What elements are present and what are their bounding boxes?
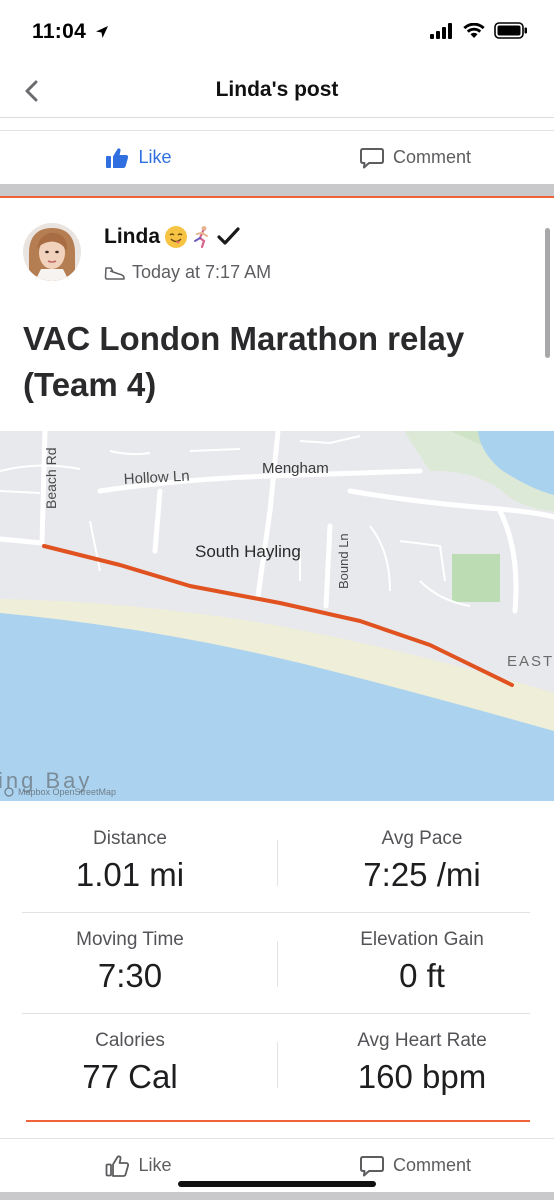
post-title: VAC London Marathon relay (Team 4): [23, 320, 465, 403]
stat-label: Moving Time: [76, 929, 184, 950]
comment-button-top[interactable]: Comment: [277, 131, 554, 184]
comment-icon: [359, 1155, 384, 1176]
stat-row: Distance 1.01 mi Avg Pace 7:25 /mi: [22, 812, 530, 913]
location-arrow-icon: [96, 26, 109, 38]
post-timestamp-text: Today at 7:17 AM: [132, 262, 272, 282]
like-button-top[interactable]: Like: [0, 131, 277, 184]
stat-row: Moving Time 7:30 Elevation Gain 0 ft: [22, 913, 530, 1014]
map-label-east: EAST: [507, 653, 554, 670]
author-name[interactable]: Linda: [104, 225, 240, 249]
status-bar: 11:04: [0, 0, 554, 64]
post-timestamp: Today at 7:17 AM: [104, 262, 271, 283]
like-label-bottom: Like: [138, 1155, 172, 1175]
comment-label-top: Comment: [392, 147, 472, 167]
stat-label: Avg Heart Rate: [357, 1030, 487, 1051]
stat-value: 7:30: [97, 957, 163, 994]
stat-label: Distance: [93, 828, 167, 849]
card-bottom-accent: [26, 1120, 530, 1122]
wifi-icon: [463, 22, 485, 38]
bottom-separator: [0, 1192, 554, 1200]
comment-icon: [359, 147, 384, 168]
stat-row: Calories 77 Cal Avg Heart Rate 160 bpm: [22, 1014, 530, 1115]
map-label-bound-ln: Bound Ln: [336, 533, 351, 589]
author-emojis: [164, 225, 240, 249]
top-action-bar: Like Comment: [0, 130, 554, 184]
stat-value: 160 bpm: [357, 1058, 487, 1095]
home-indicator[interactable]: [178, 1181, 376, 1187]
stat-label: Elevation Gain: [360, 929, 484, 950]
page-title: Linda's post: [215, 78, 339, 101]
map-label-south-hayling: South Hayling: [195, 542, 301, 561]
map-canvas: Beach Rd Hollow Ln Mengham South Hayling…: [0, 431, 554, 801]
stat-label: Calories: [95, 1030, 165, 1051]
stat-label: Avg Pace: [381, 828, 463, 849]
signal-icon: [430, 22, 452, 39]
map-label-hollow-ln: Hollow Ln: [123, 468, 190, 488]
status-time: 11:04: [32, 20, 109, 44]
map-label-mengham: Mengham: [262, 460, 329, 477]
scroll-indicator: [545, 228, 550, 358]
thumbs-up-icon: [106, 147, 129, 168]
like-label-top: Like: [138, 147, 172, 167]
author-name-text: Linda: [104, 225, 160, 248]
check-mark-icon: [217, 227, 240, 245]
comment-label-bottom: Comment: [392, 1155, 472, 1175]
stat-value: 7:25 /mi: [363, 856, 481, 893]
nav-bar: Linda's post: [0, 64, 554, 118]
stat-value: 77 Cal: [82, 1058, 178, 1095]
status-indicators: [430, 22, 528, 39]
map-attribution: Mapbox OpenStreetMap: [18, 787, 116, 797]
status-time-text: 11:04: [32, 20, 87, 43]
map-label-beach-rd: Beach Rd: [43, 448, 59, 509]
runner-icon: [194, 226, 208, 249]
shoe-icon: [104, 266, 125, 280]
smiling-face-icon: [165, 226, 187, 248]
activity-stats: Distance 1.01 mi Avg Pace 7:25 /mi Movin…: [22, 812, 530, 1115]
stat-value: 1.01 mi: [75, 856, 185, 893]
battery-icon: [494, 22, 527, 39]
thumbs-up-outline-icon: [106, 1154, 130, 1177]
stat-value: 0 ft: [399, 957, 445, 994]
avatar-photo-icon: [23, 223, 81, 281]
section-separator: [0, 184, 554, 196]
route-map[interactable]: Beach Rd Hollow Ln Mengham South Hayling…: [0, 431, 554, 801]
avatar[interactable]: [23, 223, 81, 281]
